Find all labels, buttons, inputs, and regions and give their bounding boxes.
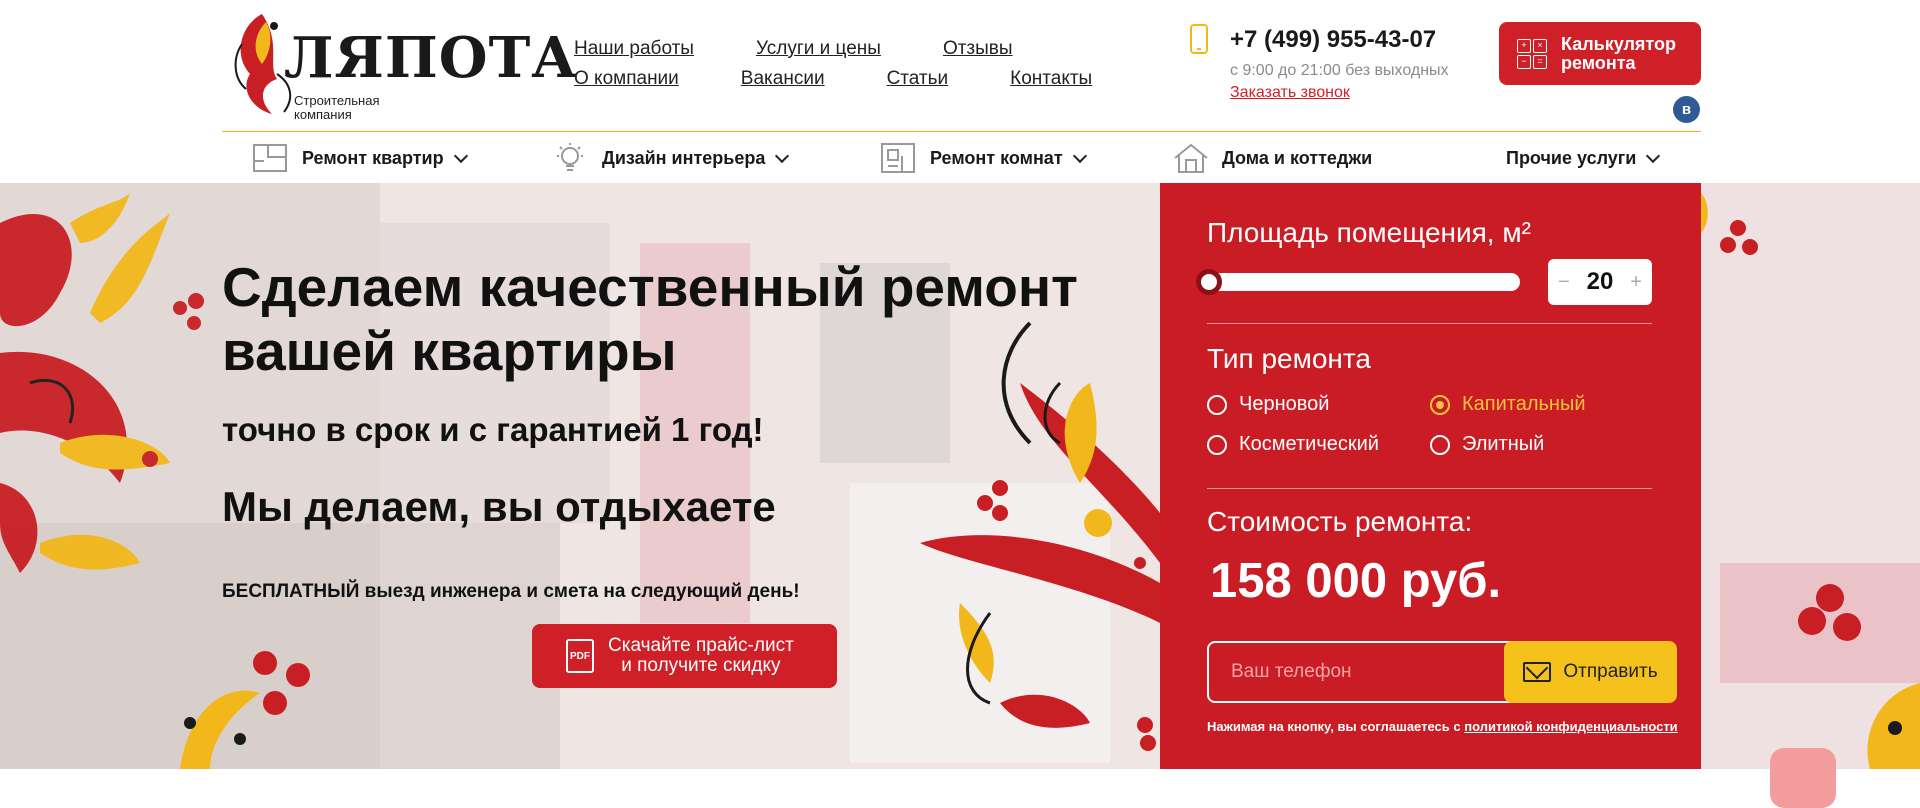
- radio-circle-icon: [1207, 394, 1227, 415]
- hero-offer: БЕСПЛАТНЫЙ выезд инженера и смета на сле…: [222, 581, 800, 602]
- main-nav-item-rooms[interactable]: Ремонт комнат: [880, 140, 1087, 176]
- company-logo[interactable]: ЛЯПОТА Строительная компания: [222, 4, 577, 122]
- consent-text: Нажимая на кнопку, вы соглашаетесь с пол…: [1207, 719, 1678, 734]
- vk-icon[interactable]: в: [1673, 96, 1700, 123]
- mobile-phone-icon: [1190, 24, 1208, 54]
- top-nav-link-about[interactable]: О компании: [574, 68, 679, 90]
- area-slider-track[interactable]: [1207, 273, 1520, 291]
- floorplan-icon: [252, 142, 288, 174]
- radio-circle-icon: [1430, 434, 1450, 455]
- main-nav-item-other[interactable]: Прочие услуги: [1506, 140, 1661, 176]
- top-nav-link-reviews[interactable]: Отзывы: [943, 38, 1013, 60]
- area-value[interactable]: 20: [1587, 268, 1614, 296]
- pdf-icon: PDF: [566, 639, 594, 673]
- radio-rough[interactable]: Черновой: [1207, 393, 1329, 416]
- privacy-policy-link[interactable]: политикой конфиденциальности: [1464, 719, 1677, 734]
- calculator-button[interactable]: + × − = Калькулятор ремонта: [1499, 22, 1701, 85]
- house-icon: [1172, 142, 1208, 174]
- calculator-button-label: Калькулятор ремонта: [1561, 33, 1677, 73]
- phone-number[interactable]: +7 (499) 955-43-07: [1230, 26, 1436, 54]
- cost-value: 158 000 руб.: [1210, 554, 1502, 608]
- area-stepper: − 20 +: [1548, 259, 1652, 305]
- panel-divider: [1207, 488, 1652, 489]
- main-nav-item-houses[interactable]: Дома и коттеджи: [1172, 140, 1372, 176]
- plus-button[interactable]: +: [1630, 271, 1642, 294]
- top-nav: Наши работы Услуги и цены Отзывы О компа…: [574, 34, 1092, 94]
- chevron-down-icon: [1072, 148, 1087, 163]
- minus-button[interactable]: −: [1558, 271, 1570, 294]
- room-icon: [880, 142, 916, 174]
- hero-slogan: Мы делаем, вы отдыхаете: [222, 483, 776, 530]
- logo-wordmark: ЛЯПОТА: [284, 25, 578, 91]
- callback-link[interactable]: Заказать звонок: [1230, 84, 1350, 102]
- chevron-down-icon: [775, 148, 790, 163]
- chevron-down-icon: [1646, 148, 1661, 163]
- lightbulb-icon: [552, 142, 588, 174]
- radio-cosmetic[interactable]: Косметический: [1207, 433, 1379, 456]
- top-nav-link-services[interactable]: Услуги и цены: [756, 38, 881, 60]
- top-nav-link-vacancies[interactable]: Вакансии: [741, 68, 825, 90]
- area-slider-handle[interactable]: [1196, 269, 1222, 295]
- radio-elite[interactable]: Элитный: [1430, 433, 1544, 456]
- repair-type-label: Тип ремонта: [1207, 343, 1371, 374]
- floating-call-icon[interactable]: [1770, 748, 1836, 808]
- hero-title: Сделаем качественный ремонт вашей кварти…: [222, 256, 1078, 382]
- download-price-label: Скачайте прайс-лист и получите скидку: [608, 635, 794, 676]
- area-label: Площадь помещения, м²: [1207, 217, 1531, 248]
- header-divider: [222, 131, 1701, 132]
- working-hours: с 9:00 до 21:00 без выходных: [1230, 62, 1449, 79]
- envelope-icon: [1523, 662, 1552, 682]
- chevron-down-icon: [453, 148, 468, 163]
- hero-subtitle: точно в срок и с гарантией 1 год!: [222, 411, 764, 448]
- main-nav-item-apartments[interactable]: Ремонт квартир: [252, 140, 468, 176]
- main-nav: Ремонт квартир Дизайн интерьера Ремонт к…: [222, 134, 1701, 182]
- radio-checked-icon: [1430, 394, 1450, 415]
- radio-circle-icon: [1207, 434, 1227, 455]
- main-nav-item-design[interactable]: Дизайн интерьера: [552, 140, 790, 176]
- send-button[interactable]: Отправить: [1504, 641, 1677, 703]
- download-price-button[interactable]: PDF Скачайте прайс-лист и получите скидк…: [532, 624, 837, 688]
- repair-calculator-panel: Площадь помещения, м² − 20 + Тип ремонта…: [1160, 183, 1701, 769]
- site-header: ЛЯПОТА Строительная компания Наши работы…: [0, 0, 1920, 183]
- logo-subtitle: Строительная компания: [294, 93, 380, 122]
- radio-capital[interactable]: Капитальный: [1430, 393, 1586, 416]
- top-nav-link-articles[interactable]: Статьи: [887, 68, 949, 90]
- calculator-icon: + × − =: [1517, 38, 1547, 69]
- top-nav-link-works[interactable]: Наши работы: [574, 38, 694, 60]
- panel-divider: [1207, 323, 1652, 324]
- cost-label: Стоимость ремонта:: [1207, 506, 1473, 537]
- top-nav-link-contacts[interactable]: Контакты: [1010, 68, 1092, 90]
